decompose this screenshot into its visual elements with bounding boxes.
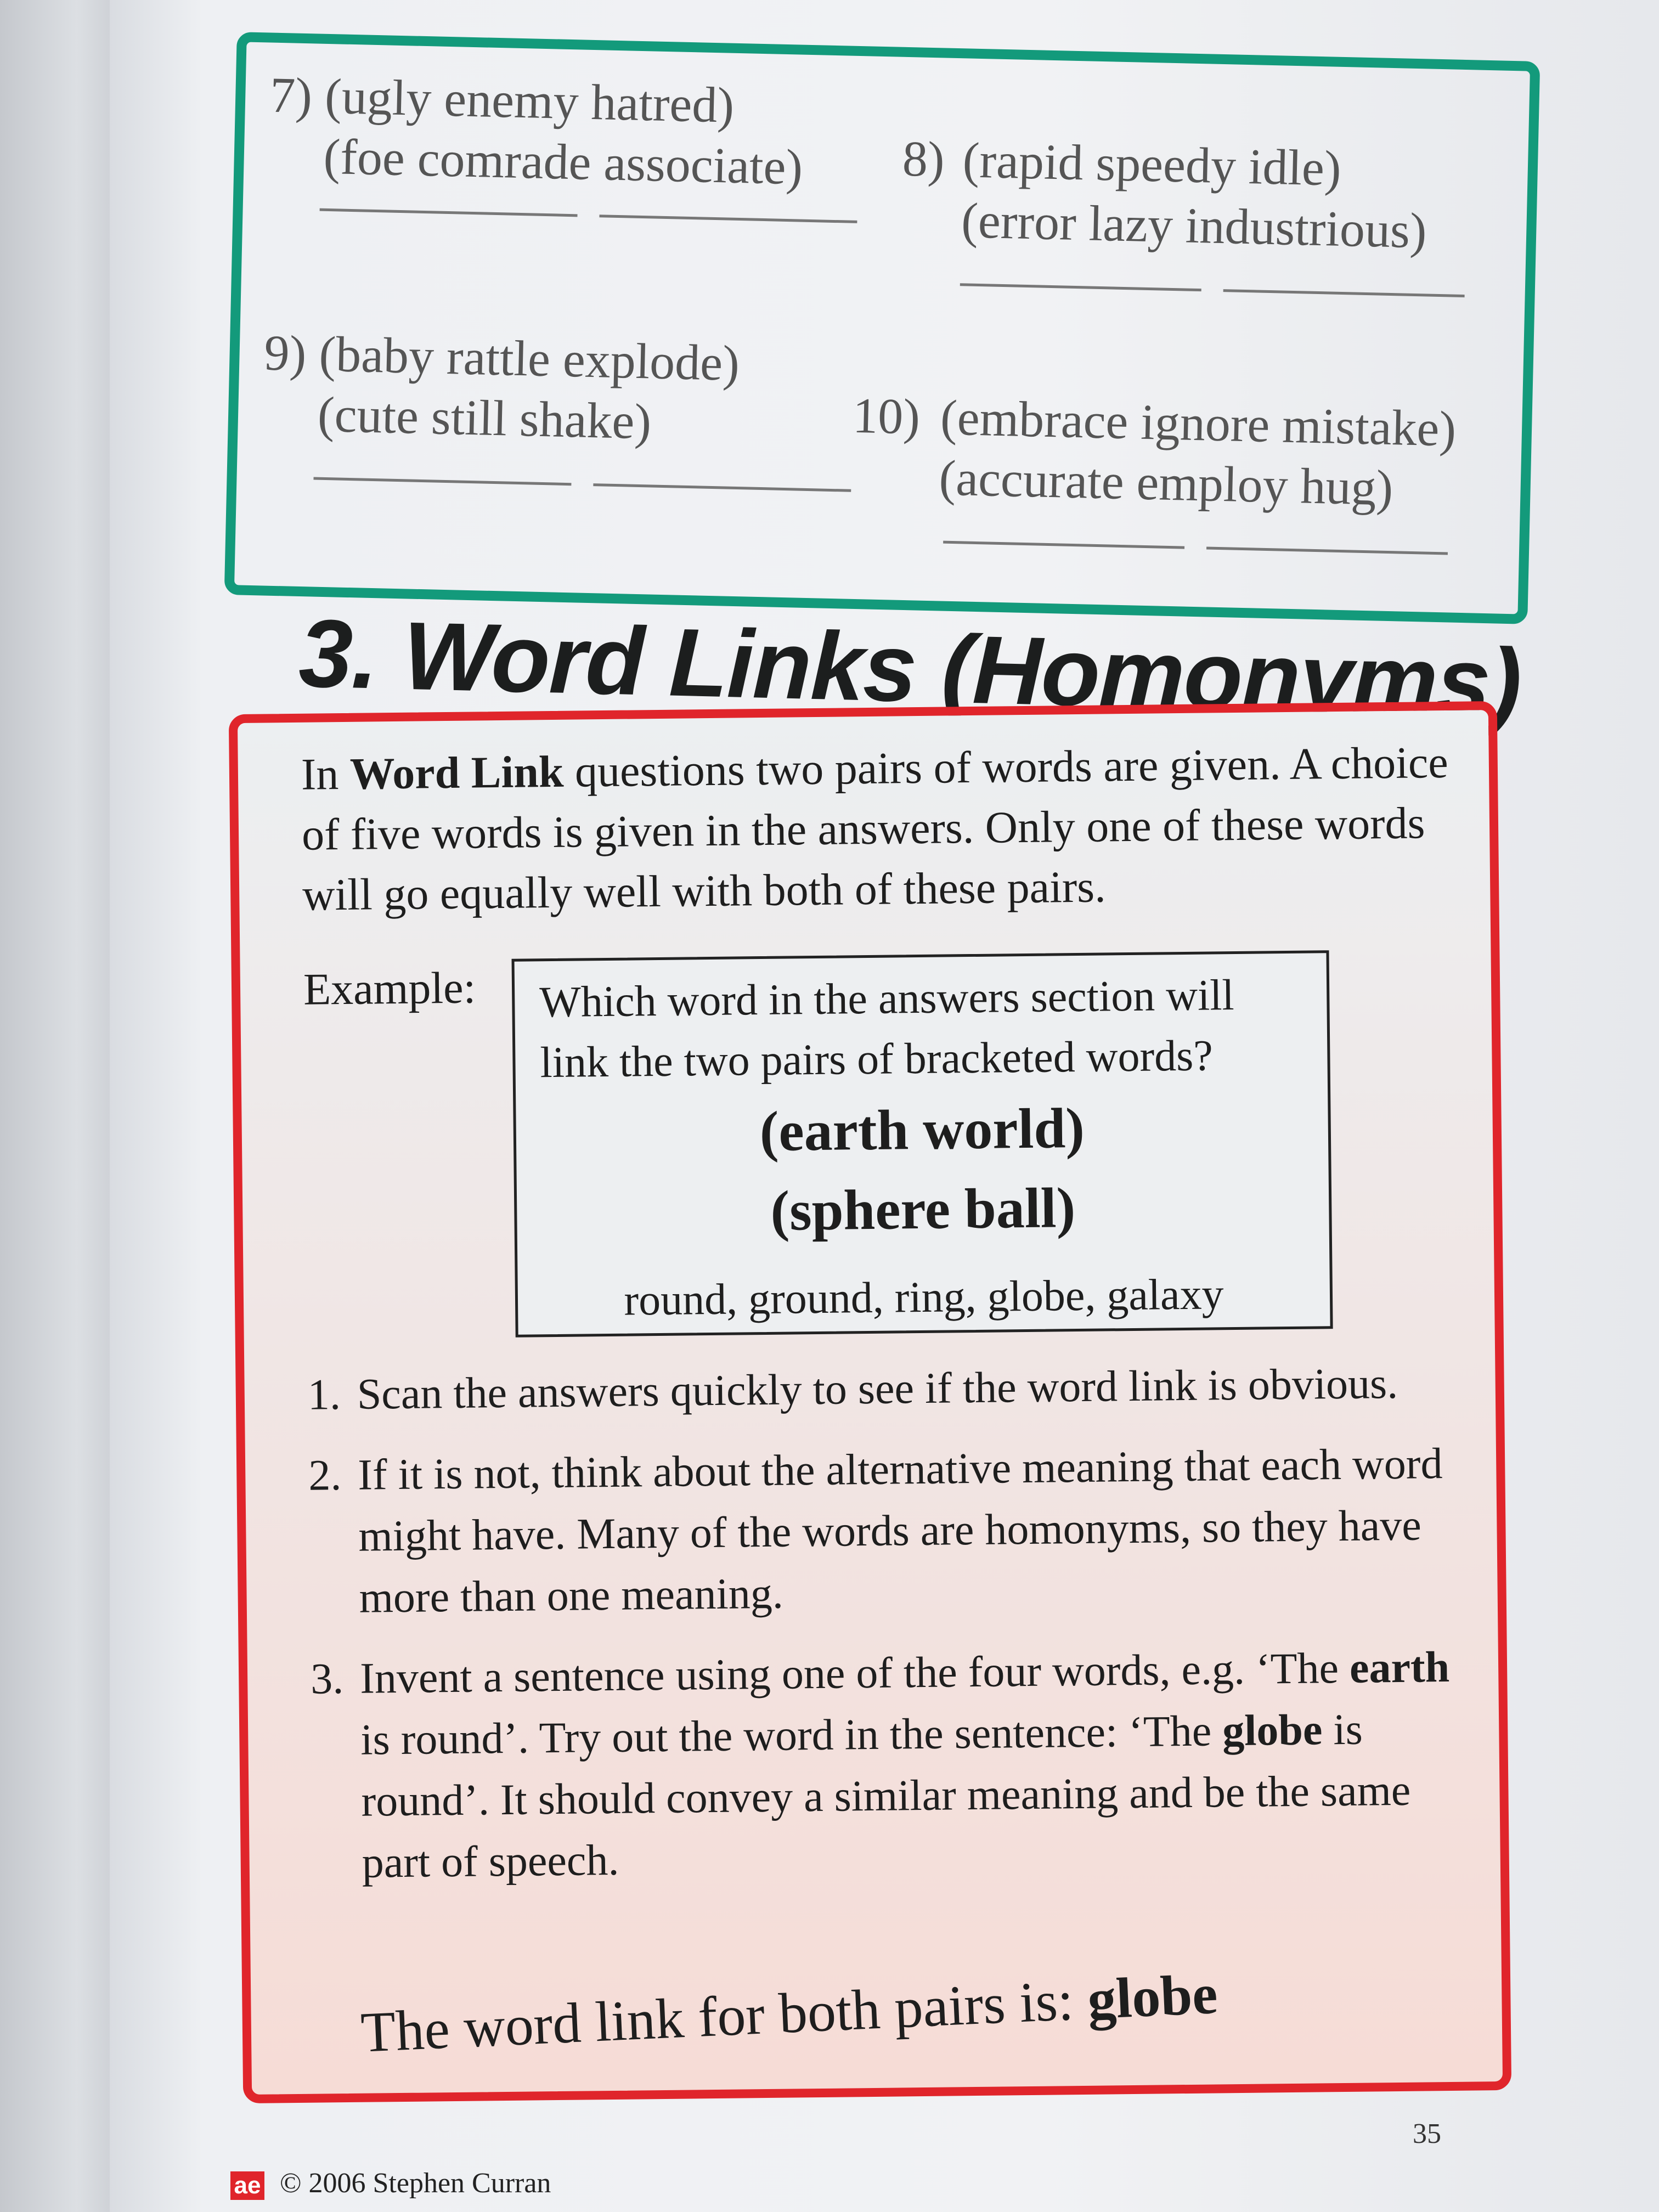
footer: ae © 2006 Stephen Curran [230,2167,551,2200]
copyright-text: © 2006 Stephen Curran [280,2168,551,2199]
question-line: (embrace ignore mistake) [940,389,1457,457]
intro-bold-term: Word Link [349,746,564,799]
question-number: 9) [263,324,307,382]
conclusion: The word link for both pairs is: globe [359,1961,1218,2066]
step-number: 3. [310,1655,344,1703]
example-answers: round, ground, ring, globe, galaxy [624,1270,1224,1325]
step-text: Scan the answers quickly to see if the w… [357,1359,1398,1419]
answer-blank[interactable] [593,483,851,492]
answer-blank[interactable] [1206,546,1448,555]
conclusion-text: The word link for both pairs is: [359,1968,1090,2064]
answer-blank[interactable] [1223,289,1465,298]
intro-text: In [301,748,351,799]
question-line: (cute still shake) [317,386,652,450]
answer-blank[interactable] [943,540,1185,549]
step-number: 1. [307,1370,341,1419]
page-number: 35 [1413,2118,1441,2149]
list-item: 1. Scan the answers quickly to see if th… [307,1352,1449,1426]
example-question: Which word in the answers section will l… [539,971,1235,1087]
steps-list: 1. Scan the answers quickly to see if th… [307,1352,1454,1914]
step-text: If it is not, think about the alternativ… [357,1440,1443,1622]
book-gutter [0,0,110,2212]
publisher-logo: ae [230,2171,264,2200]
conclusion-answer: globe [1086,1962,1219,2032]
answer-blank[interactable] [313,477,572,486]
info-box: In Word Link questions two pairs of word… [228,701,1512,2104]
question-line: (rapid speedy idle) [962,132,1342,196]
question-number: 7) [269,66,313,124]
step-text: is round’. Try out the word in the sente… [360,1707,1223,1764]
intro-paragraph: In Word Link questions two pairs of word… [301,732,1454,926]
step-number: 2. [308,1451,342,1500]
question-line: (accurate employ hug) [938,449,1394,516]
step-bold-word: globe [1222,1706,1323,1756]
exercise-box: 7) (ugly enemy hatred) (foe comrade asso… [224,32,1541,624]
question-line: (ugly enemy hatred) [324,67,735,133]
question-number: 8) [901,130,945,188]
example-box: Which word in the answers section will l… [511,950,1333,1338]
question-line: (baby rattle explode) [318,325,740,392]
example-pair-1: (earth world) [759,1096,1085,1164]
step-bold-word: earth [1349,1643,1450,1692]
answer-blank[interactable] [599,215,857,223]
step-text: Invent a sentence using one of the four … [359,1644,1350,1703]
list-item: 3. Invent a sentence using one of the fo… [311,1637,1454,1894]
example-pair-2: (sphere ball) [770,1176,1076,1243]
question-line: (error lazy industrious) [961,192,1427,259]
list-item: 2. If it is not, think about the alterna… [308,1433,1451,1629]
answer-blank[interactable] [960,283,1201,292]
question-line: (foe comrade associate) [323,128,804,195]
example-label: Example: [303,962,476,1014]
question-number: 10) [852,387,921,445]
answer-blank[interactable] [319,208,578,217]
